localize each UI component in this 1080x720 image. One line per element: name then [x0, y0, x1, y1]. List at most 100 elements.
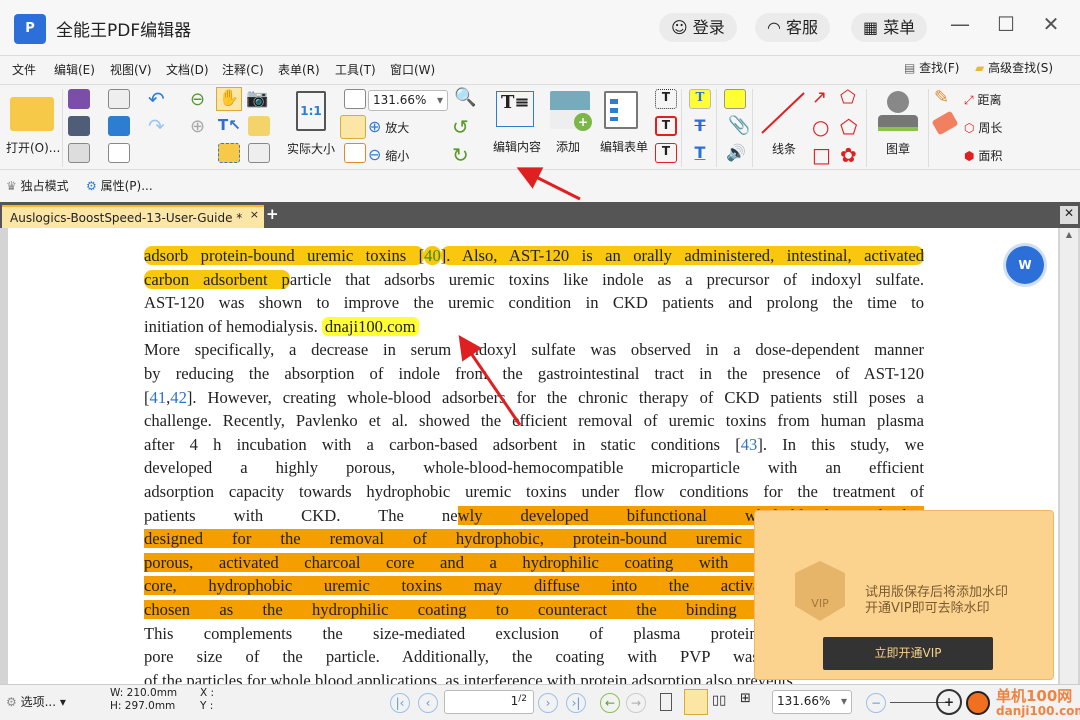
scan-icon[interactable]: [108, 116, 130, 136]
menu-comment[interactable]: 注释(C): [222, 61, 264, 78]
text-line: after 4 h incubation with a carbon-based…: [144, 434, 924, 457]
textbox-icon[interactable]: T: [655, 116, 677, 136]
text-line: More specifically, a decrease in serum i…: [144, 339, 924, 362]
menu-view[interactable]: 视图(V): [110, 61, 152, 78]
zoom-in-button[interactable]: ⊕ 放大: [368, 117, 409, 136]
zoom-select[interactable]: 131.66% ▾: [368, 90, 448, 111]
actual-size-button[interactable]: 1:1 实际大小: [284, 89, 340, 165]
sound-icon[interactable]: 🔊: [726, 143, 746, 162]
highlight-icon[interactable]: T: [689, 89, 711, 109]
zoom-slider-handle[interactable]: +: [936, 689, 962, 715]
area-button[interactable]: ⬢ 面积: [964, 147, 1002, 164]
email-icon[interactable]: [108, 89, 130, 109]
new-document-icon[interactable]: [108, 143, 130, 163]
perimeter-button[interactable]: ⬡ 周长: [964, 119, 1002, 136]
first-page-button[interactable]: |‹: [390, 693, 410, 713]
hand-tool-icon[interactable]: ✋: [216, 87, 242, 111]
back-icon[interactable]: ⊖: [190, 89, 205, 110]
menu-edit[interactable]: 编辑(E): [54, 61, 95, 78]
find-button[interactable]: ▤ 查找(F): [904, 59, 959, 76]
fit-page-icon[interactable]: [344, 89, 366, 109]
forward-view-button[interactable]: →: [626, 693, 646, 713]
save-icon[interactable]: [68, 89, 90, 109]
redo-icon[interactable]: ↷: [148, 114, 165, 138]
print-icon[interactable]: [68, 116, 90, 136]
page-number-field[interactable]: 1/2: [444, 690, 534, 714]
login-button[interactable]: ☺ 登录: [659, 13, 737, 42]
close-button[interactable]: ✕: [1036, 12, 1066, 36]
distance-button[interactable]: ⤢ 距离: [964, 91, 1001, 108]
sticky-note-icon[interactable]: [724, 89, 746, 109]
next-page-button[interactable]: ›: [538, 693, 558, 713]
citation-link[interactable]: 42: [170, 388, 187, 407]
single-page-icon[interactable]: [660, 693, 672, 711]
previous-page-button[interactable]: ‹: [418, 693, 438, 713]
arrow-icon[interactable]: ↗: [812, 87, 827, 108]
rotate-left-icon[interactable]: ↺: [452, 115, 469, 139]
continuous-facing-icon[interactable]: ⊞: [740, 691, 751, 706]
menu-document[interactable]: 文档(D): [166, 61, 209, 78]
export-icon[interactable]: [68, 143, 90, 163]
lines-button[interactable]: 线条: [760, 87, 810, 167]
select-text-icon[interactable]: T↖: [218, 116, 241, 134]
cloud-icon[interactable]: ✿: [840, 143, 857, 167]
magnifier-icon[interactable]: 🔍: [454, 87, 476, 108]
add-button[interactable]: + 添加: [548, 87, 594, 167]
zoom-out-button[interactable]: ⊖ 缩小: [368, 145, 409, 164]
text-segment: ]. Also, AST-120 is an orally administer…: [440, 246, 924, 265]
status-zoom-select[interactable]: 131.66% ▾: [772, 690, 852, 714]
polygon-icon[interactable]: ⬠: [840, 115, 857, 139]
find-document-icon[interactable]: [248, 143, 270, 163]
menu-button[interactable]: ▦ 菜单: [851, 13, 928, 42]
last-page-button[interactable]: ›|: [566, 693, 586, 713]
citation-link[interactable]: 41: [150, 388, 167, 407]
text-field-icon[interactable]: T: [655, 89, 677, 109]
snapshot-icon[interactable]: 📷: [246, 88, 268, 109]
citation-link[interactable]: 40: [424, 246, 441, 265]
underline-icon[interactable]: T: [689, 143, 711, 163]
select-comment-icon[interactable]: [218, 143, 240, 163]
strikeout-icon[interactable]: T: [689, 116, 711, 136]
menu-window[interactable]: 窗口(W): [390, 61, 435, 78]
menu-file[interactable]: 文件: [12, 61, 36, 78]
eraser-icon[interactable]: [931, 110, 959, 136]
close-all-tabs-button[interactable]: ✕: [1060, 206, 1078, 224]
fit-width-icon[interactable]: [340, 115, 366, 139]
options-button[interactable]: ⚙ 选项... ▾: [6, 693, 66, 710]
rectangle-icon[interactable]: □: [812, 143, 831, 167]
zoom-out-status-button[interactable]: −: [866, 693, 886, 713]
stamp-button[interactable]: 图章: [872, 87, 924, 167]
forward-icon[interactable]: ⊕: [190, 116, 205, 137]
maximize-button[interactable]: ☐: [991, 12, 1021, 36]
rotate-right-icon[interactable]: ↻: [452, 143, 469, 167]
callout-icon[interactable]: T: [655, 143, 677, 163]
pencil-icon[interactable]: ✎: [934, 87, 949, 108]
clipboard-icon[interactable]: [248, 116, 270, 136]
undo-icon[interactable]: ↶: [148, 87, 165, 111]
document-tab[interactable]: Auslogics-BoostSpeed-13-User-Guide * ×: [2, 205, 264, 228]
polyline-icon[interactable]: ⬠: [840, 87, 856, 108]
new-tab-button[interactable]: +: [266, 205, 279, 223]
facing-page-icon[interactable]: ▯▯: [712, 693, 726, 708]
menu-tools[interactable]: 工具(T): [335, 61, 376, 78]
service-button[interactable]: ◠ 客服: [755, 13, 831, 42]
citation-link[interactable]: 43: [741, 435, 758, 454]
fit-visible-icon[interactable]: [344, 143, 366, 163]
tab-close-icon[interactable]: ×: [250, 208, 259, 221]
back-view-button[interactable]: ←: [600, 693, 620, 713]
edit-form-button[interactable]: 编辑表单: [598, 87, 652, 167]
service-label: 客服: [786, 18, 819, 37]
open-button[interactable]: 打开(O)...: [6, 89, 62, 165]
properties-button[interactable]: ⚙ 属性(P)...: [86, 177, 153, 194]
exclusive-mode-button[interactable]: ♛ 独占模式: [6, 177, 69, 194]
minimize-button[interactable]: —: [945, 12, 975, 36]
advanced-find-button[interactable]: ▰ 高级查找(S): [975, 59, 1053, 76]
edit-content-button[interactable]: T≡ 编辑内容: [490, 87, 546, 167]
attachment-icon[interactable]: 📎: [728, 115, 750, 136]
open-vip-button[interactable]: 立即开通VIP: [823, 637, 993, 670]
vertical-scrollbar[interactable]: ▲: [1060, 228, 1078, 684]
circle-icon[interactable]: ○: [812, 115, 829, 139]
continuous-page-icon[interactable]: [684, 689, 708, 715]
convert-word-button[interactable]: W: [1006, 246, 1044, 284]
menu-form[interactable]: 表单(R): [278, 61, 320, 78]
